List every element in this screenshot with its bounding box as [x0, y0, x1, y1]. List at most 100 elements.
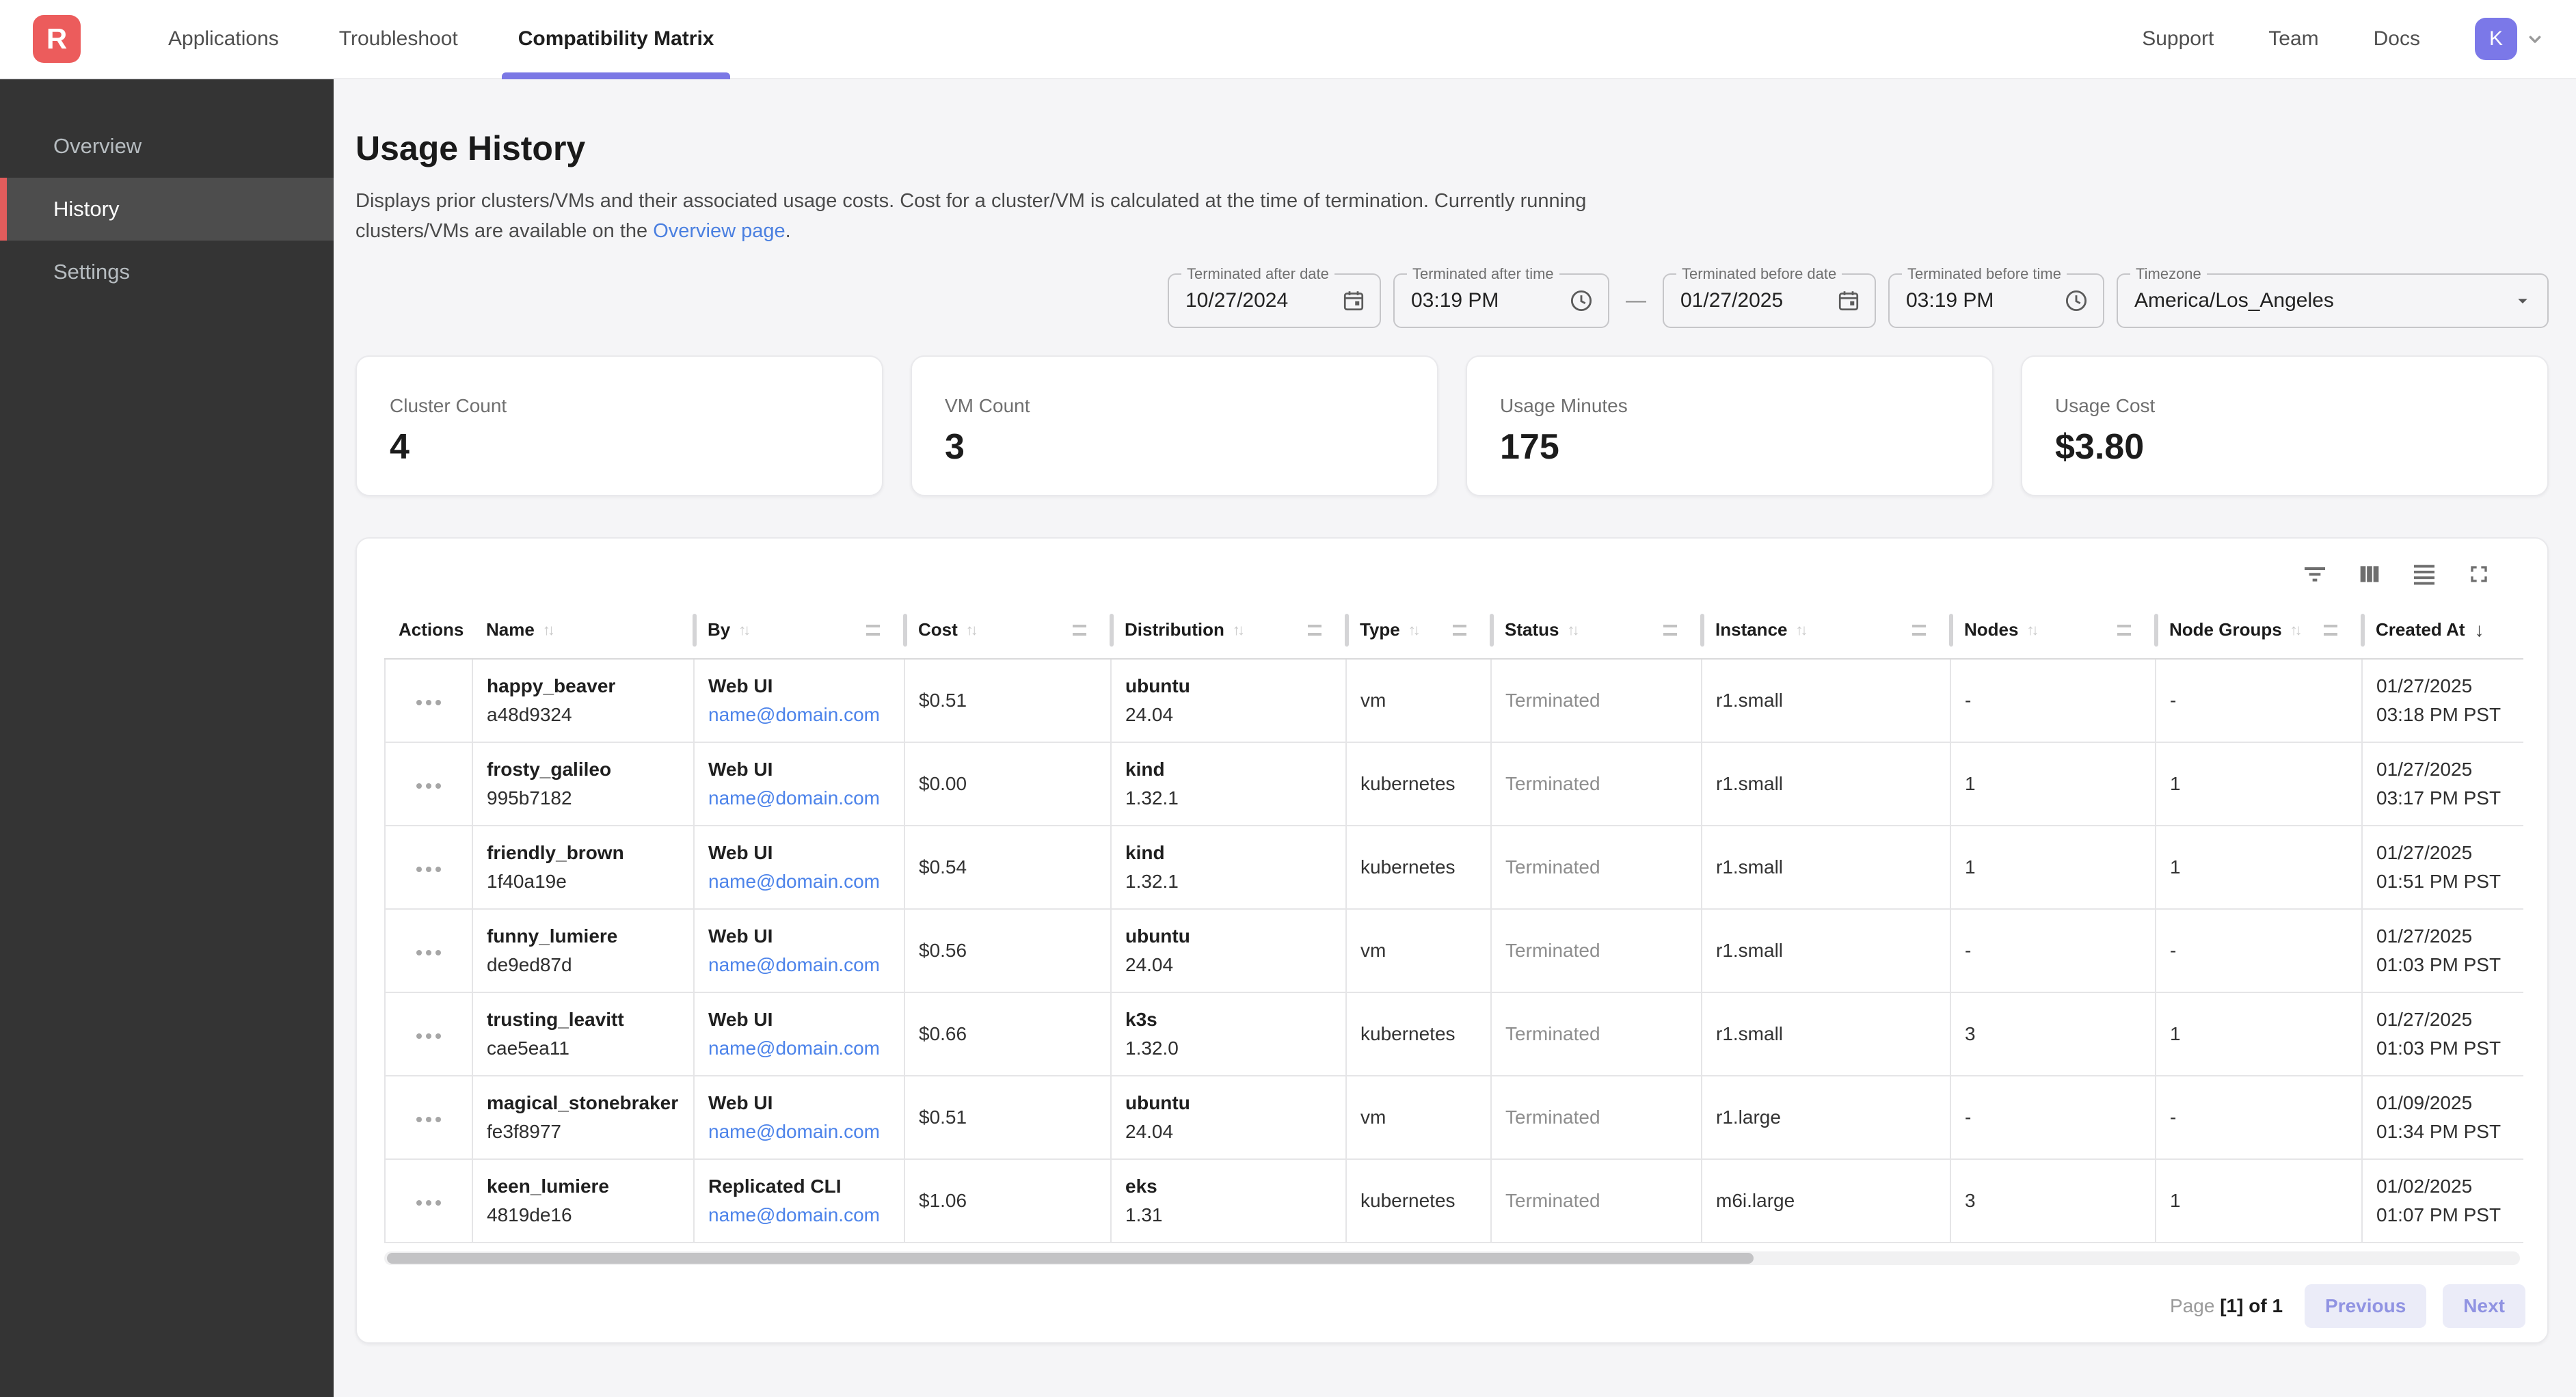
user-menu[interactable]: K — [2475, 18, 2546, 60]
sidebar-item-overview[interactable]: Overview — [0, 115, 334, 178]
cell-type: kubernetes — [1346, 826, 1491, 909]
nav-item-applications[interactable]: Applications — [138, 0, 309, 78]
cell-actions — [385, 1159, 472, 1243]
row-actions-button[interactable] — [411, 942, 446, 964]
column-header-distribution[interactable]: Distribution↑↓ — [1111, 601, 1346, 659]
sort-icon[interactable]: ↑↓ — [543, 621, 552, 639]
field-value: 10/27/2024 — [1185, 289, 1341, 312]
sort-icon[interactable]: ↑↓ — [2026, 621, 2036, 639]
by-email-link[interactable]: name@domain.com — [708, 1121, 890, 1143]
by-email-link[interactable]: name@domain.com — [708, 1204, 890, 1226]
horizontal-scrollbar[interactable] — [384, 1251, 2520, 1265]
fullscreen-icon[interactable] — [2465, 560, 2493, 588]
cost-value: $0.56 — [919, 940, 967, 961]
column-header-type[interactable]: Type ↑↓ — [1346, 601, 1491, 659]
sort-icon[interactable]: ↑↓ — [1567, 621, 1577, 639]
column-menu-icon[interactable] — [1663, 625, 1677, 636]
created-at-cell: 01/27/202503:17 PM PST — [2376, 759, 2510, 809]
column-header-instance[interactable]: Instance↑↓ — [1702, 601, 1950, 659]
distribution-cell: kind1.32.1 — [1125, 759, 1332, 809]
cell-status: Terminated — [1491, 1076, 1702, 1159]
column-header-cost[interactable]: Cost↑↓ — [904, 601, 1111, 659]
density-icon[interactable] — [2411, 560, 2438, 588]
page-info: [1] of 1 — [2220, 1295, 2283, 1316]
terminated-after-time-field[interactable]: Terminated after time 03:19 PM — [1393, 273, 1609, 328]
scrollbar-thumb[interactable] — [387, 1253, 1754, 1264]
sort-icon[interactable]: ↑↓ — [966, 621, 976, 639]
column-header-status[interactable]: Status↑↓ — [1491, 601, 1702, 659]
column-header-by[interactable]: By↑↓ — [694, 601, 904, 659]
filter-icon[interactable] — [2301, 560, 2329, 588]
cell-node_groups: 1 — [2156, 826, 2362, 909]
name-cell: magical_stonebrakerfe3f8977 — [487, 1092, 680, 1143]
column-header-created_at[interactable]: Created At↓ — [2362, 601, 2523, 659]
next-page-button[interactable]: Next — [2443, 1284, 2525, 1328]
stat-label: VM Count — [945, 395, 1437, 417]
column-header-nodes[interactable]: Nodes↑↓ — [1950, 601, 2156, 659]
sort-icon[interactable]: ↑↓ — [1796, 621, 1806, 639]
cell-distribution: kind1.32.1 — [1111, 742, 1346, 826]
overview-page-link[interactable]: Overview page — [653, 220, 785, 242]
avatar[interactable]: K — [2475, 18, 2517, 60]
column-menu-icon[interactable] — [866, 625, 880, 636]
sidebar-item-settings[interactable]: Settings — [0, 241, 334, 303]
column-menu-icon[interactable] — [1073, 625, 1086, 636]
column-menu-icon[interactable] — [2117, 625, 2131, 636]
nodes-value: 1 — [1965, 856, 1976, 878]
timezone-select[interactable]: Timezone America/Los_Angeles — [2117, 273, 2549, 328]
by-email-link[interactable]: name@domain.com — [708, 954, 890, 976]
terminated-before-time-field[interactable]: Terminated before time 03:19 PM — [1888, 273, 2104, 328]
row-actions-button[interactable] — [411, 858, 446, 880]
dot — [435, 700, 441, 705]
sort-icon[interactable]: ↑↓ — [738, 621, 748, 639]
cluster-id: 995b7182 — [487, 787, 680, 809]
clock-icon[interactable] — [2063, 288, 2089, 314]
cell-nodes: - — [1950, 1076, 2156, 1159]
row-actions-button[interactable] — [411, 692, 446, 714]
dot — [426, 867, 431, 872]
table-header-row: ActionsName↑↓By↑↓Cost↑↓Distribution↑↓Typ… — [385, 601, 2523, 659]
calendar-icon[interactable] — [1836, 288, 1861, 313]
cell-nodes: 3 — [1950, 992, 2156, 1076]
sort-desc-icon[interactable]: ↓ — [2475, 619, 2484, 641]
terminated-after-date-field[interactable]: Terminated after date 10/27/2024 — [1168, 273, 1381, 328]
nav-link-docs[interactable]: Docs — [2374, 27, 2420, 51]
terminated-before-date-field[interactable]: Terminated before date 01/27/2025 — [1663, 273, 1876, 328]
cell-distribution: kind1.32.1 — [1111, 826, 1346, 909]
column-menu-icon[interactable] — [1453, 625, 1466, 636]
clock-icon[interactable] — [1568, 288, 1594, 314]
sort-icon[interactable]: ↑↓ — [2290, 621, 2300, 639]
column-header-content: Actions — [399, 601, 461, 658]
columns-icon[interactable] — [2356, 560, 2383, 588]
calendar-icon[interactable] — [1341, 288, 1366, 313]
row-actions-button[interactable] — [411, 1109, 446, 1130]
column-menu-icon[interactable] — [2324, 625, 2337, 636]
cell-node_groups: - — [2156, 1076, 2362, 1159]
nav-link-support[interactable]: Support — [2142, 27, 2214, 51]
nav-item-troubleshoot[interactable]: Troubleshoot — [309, 0, 488, 78]
sort-icon[interactable]: ↑↓ — [1408, 621, 1418, 639]
dot — [435, 950, 441, 955]
sidebar-item-history[interactable]: History — [0, 178, 334, 241]
column-header-node_groups[interactable]: Node Groups↑↓ — [2156, 601, 2362, 659]
by-email-link[interactable]: name@domain.com — [708, 704, 890, 726]
by-email-link[interactable]: name@domain.com — [708, 787, 890, 809]
row-actions-button[interactable] — [411, 1192, 446, 1214]
type-value: kubernetes — [1360, 773, 1455, 794]
column-menu-icon[interactable] — [1912, 625, 1926, 636]
row-actions-button[interactable] — [411, 775, 446, 797]
column-menu-icon[interactable] — [1308, 625, 1321, 636]
column-label: Type — [1360, 619, 1400, 640]
column-header-name[interactable]: Name↑↓ — [472, 601, 694, 659]
replicated-logo[interactable]: R — [33, 15, 81, 63]
nav-item-compatibility-matrix[interactable]: Compatibility Matrix — [488, 0, 744, 78]
by-source: Web UI — [708, 925, 890, 947]
by-email-link[interactable]: name@domain.com — [708, 1037, 890, 1059]
previous-page-button[interactable]: Previous — [2305, 1284, 2426, 1328]
created-date: 01/09/2025 — [2376, 1092, 2510, 1114]
cell-status: Terminated — [1491, 659, 1702, 742]
row-actions-button[interactable] — [411, 1025, 446, 1047]
nav-link-team[interactable]: Team — [2268, 27, 2318, 51]
sort-icon[interactable]: ↑↓ — [1233, 621, 1242, 639]
by-email-link[interactable]: name@domain.com — [708, 871, 890, 893]
